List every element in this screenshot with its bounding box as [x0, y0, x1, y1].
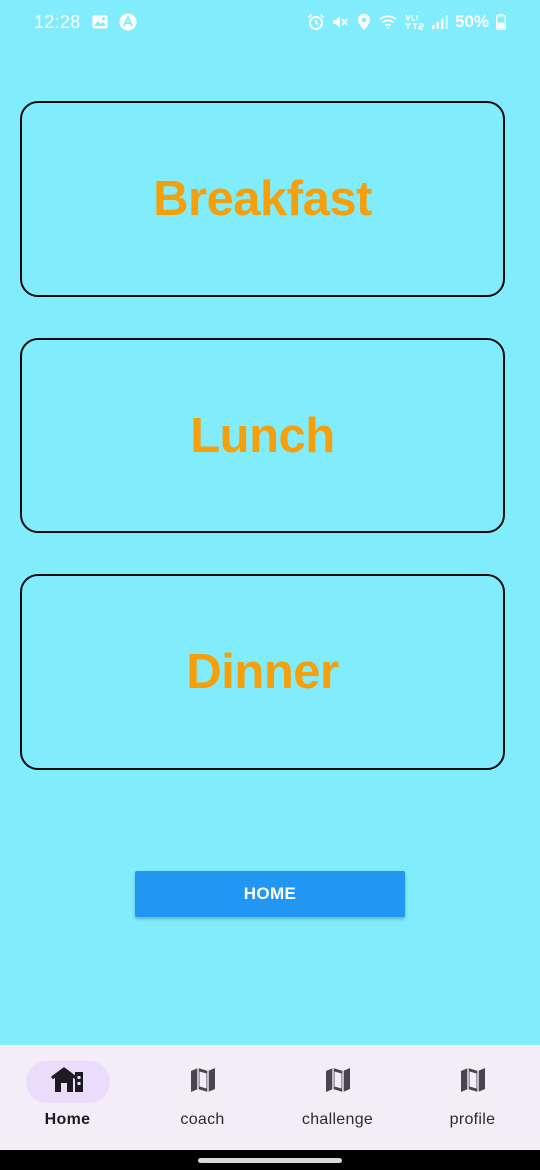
bottom-navigation: Home coach challenge profile	[0, 1045, 540, 1150]
nav-item-profile[interactable]: profile	[405, 1045, 540, 1150]
map-icon	[189, 1066, 217, 1099]
status-right: 50%	[307, 12, 506, 32]
battery-percent: 50%	[454, 12, 489, 31]
lunch-label: Lunch	[190, 408, 335, 463]
mute-icon	[331, 13, 349, 31]
map-icon	[324, 1066, 352, 1099]
nav-item-home[interactable]: Home	[0, 1045, 135, 1150]
signal-icon	[431, 13, 449, 31]
system-navigation-bar	[0, 1150, 540, 1170]
nav-active-indicator	[25, 1061, 110, 1103]
battery-icon	[495, 13, 506, 31]
status-bar: 12:28 50%	[0, 0, 540, 44]
home-button[interactable]: HOME	[135, 871, 405, 917]
nav-label-challenge: challenge	[301, 1111, 374, 1128]
nav-label-coach: coach	[180, 1111, 225, 1128]
lunch-card[interactable]: Lunch	[20, 338, 505, 533]
nav-label-home: Home	[44, 1111, 91, 1128]
alarm-icon	[307, 13, 325, 31]
breakfast-label: Breakfast	[153, 172, 372, 226]
volte-icon	[403, 13, 425, 31]
breakfast-card[interactable]: Breakfast	[20, 101, 505, 297]
dinner-card[interactable]: Dinner	[20, 574, 505, 770]
wifi-icon	[379, 13, 397, 31]
home-icon	[50, 1066, 85, 1098]
location-icon	[355, 13, 373, 31]
image-icon	[91, 13, 109, 31]
dinner-label: Dinner	[186, 645, 339, 699]
nav-item-challenge[interactable]: challenge	[270, 1045, 405, 1150]
status-left: 12:28	[34, 12, 137, 33]
gesture-handle[interactable]	[198, 1158, 342, 1163]
app-notification-icon	[119, 13, 137, 31]
status-time: 12:28	[34, 11, 81, 32]
nav-item-coach[interactable]: coach	[135, 1045, 270, 1150]
nav-label-profile: profile	[449, 1111, 496, 1128]
map-icon	[459, 1066, 487, 1099]
